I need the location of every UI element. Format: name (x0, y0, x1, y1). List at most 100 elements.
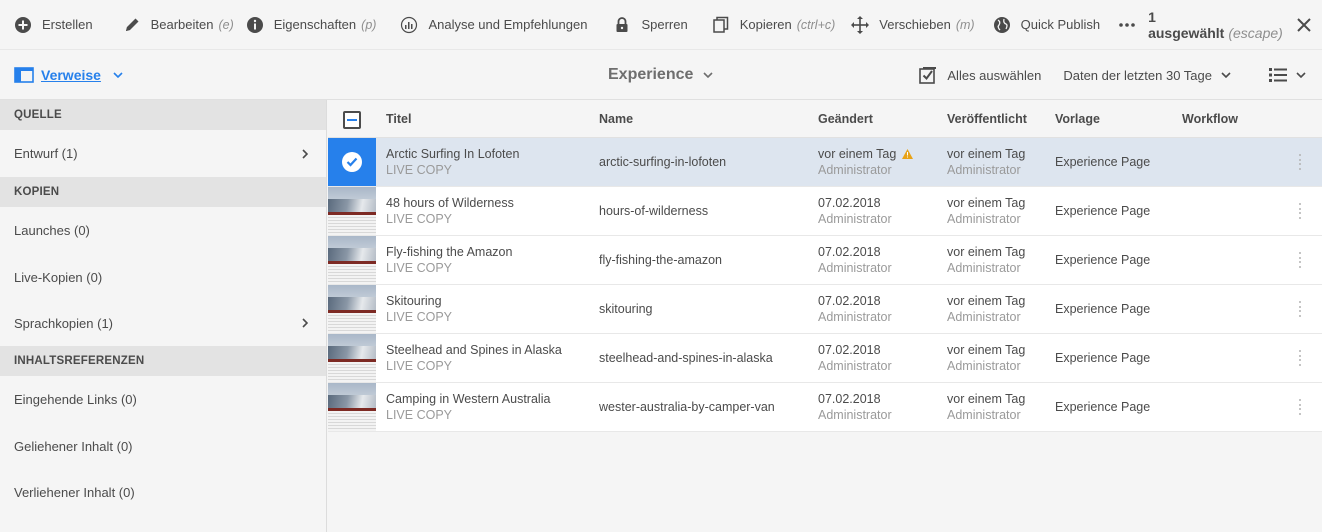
rail-heading-copies: KOPIEN (0, 177, 326, 207)
column-header-workflow[interactable]: Workflow (1182, 100, 1238, 138)
row-published: vor einem Tag (947, 196, 1026, 210)
more-actions-button[interactable] (1112, 0, 1148, 50)
header-bar: Verweise Experience Alles auswählen Date… (0, 50, 1322, 100)
globe-icon (993, 16, 1010, 33)
page-thumbnail[interactable] (328, 285, 376, 333)
indeterminate-mark (347, 119, 357, 121)
table-row[interactable]: Fly-fishing the Amazon LIVE COPY fly-fishi… (328, 236, 1322, 285)
row-modified: 07.02.2018 (818, 294, 881, 308)
row-more-icon[interactable] (1296, 398, 1304, 416)
row-title: Fly-fishing the Amazon (386, 245, 513, 259)
close-icon (1297, 17, 1311, 32)
cell-template: Experience Page (1055, 334, 1150, 382)
row-modified-by: Administrator (818, 408, 892, 422)
row-name: arctic-surfing-in-lofoten (599, 155, 727, 169)
row-more-icon[interactable] (1296, 153, 1304, 171)
properties-button[interactable]: Eigenschaften (p) (240, 0, 389, 50)
view-switcher[interactable] (1269, 67, 1306, 83)
selection-status: 1 ausgewählt (escape) (1148, 0, 1322, 50)
column-header-name[interactable]: Name (599, 100, 633, 138)
row-published: vor einem Tag (947, 392, 1026, 406)
column-header-modified[interactable]: Geändert (818, 100, 873, 138)
row-name: wester-australia-by-camper-van (599, 400, 775, 414)
cell-published: vor einem Tag Administrator (947, 334, 1025, 382)
references-label: Verweise (41, 66, 101, 83)
row-modified-by: Administrator (818, 212, 892, 226)
lock-button[interactable]: Sperren (599, 0, 699, 50)
cell-modified: 07.02.2018 Administrator (818, 334, 892, 382)
rail-item-lent-content[interactable]: Verliehener Inhalt (0) (0, 469, 326, 515)
row-name: skitouring (599, 302, 653, 316)
rail-item-launches[interactable]: Launches (0) (0, 207, 326, 254)
page-thumbnail[interactable] (328, 187, 376, 235)
chevron-down-icon (113, 71, 123, 78)
create-label: Erstellen (42, 17, 93, 32)
row-modified: vor einem Tag (818, 147, 897, 161)
table-row[interactable]: Arctic Surfing In Lofoten LIVE COPY arctic… (328, 138, 1322, 187)
rail-item-draft[interactable]: Entwurf (1) (0, 130, 326, 177)
row-selected-checkbox[interactable] (328, 138, 376, 186)
row-subtitle: LIVE COPY (386, 359, 452, 373)
copy-button[interactable]: Kopieren (ctrl+c) (700, 0, 848, 50)
row-modified: 07.02.2018 (818, 343, 881, 357)
properties-label: Eigenschaften (273, 17, 357, 32)
create-button[interactable]: Erstellen (0, 0, 105, 50)
row-more-icon[interactable] (1296, 300, 1304, 318)
row-more-icon[interactable] (1296, 251, 1304, 269)
row-modified: 07.02.2018 (818, 196, 881, 210)
rail-switcher[interactable]: Verweise (0, 50, 328, 100)
cell-published: vor einem Tag Administrator (947, 285, 1025, 333)
table-row[interactable]: Camping in Western Australia LIVE COPY wes… (328, 383, 1322, 432)
select-all-button[interactable]: Alles auswählen (919, 66, 1041, 84)
rail-item-language-copies[interactable]: Sprachkopien (1) (0, 300, 326, 346)
rail-item-borrowed-content[interactable]: Geliehener Inhalt (0) (0, 423, 326, 469)
edit-button[interactable]: Bearbeiten (e) (105, 0, 240, 50)
date-filter-dropdown[interactable]: Daten der letzten 30 Tage (1063, 68, 1231, 83)
row-modified-by: Administrator (818, 359, 892, 373)
column-header-title[interactable]: Titel (386, 100, 411, 138)
cell-template: Experience Page (1055, 285, 1150, 333)
page-thumbnail[interactable] (328, 334, 376, 382)
quick-publish-button[interactable]: Quick Publish (987, 0, 1112, 50)
checkmark-icon (342, 152, 362, 172)
page-title[interactable]: Experience (608, 50, 713, 100)
column-header-published[interactable]: Veröffentlicht (947, 100, 1027, 138)
selection-count-text: 1 ausgewählt (1148, 8, 1225, 41)
list-view-icon (1269, 68, 1287, 82)
cell-name: skitouring (599, 285, 653, 333)
page-thumbnail[interactable] (328, 383, 376, 431)
close-selection-button[interactable] (1285, 0, 1322, 50)
rail-item-label: Eingehende Links (0) (14, 392, 137, 407)
table-row[interactable]: Steelhead and Spines in Alaska LIVE COPY s… (328, 334, 1322, 383)
column-header-template[interactable]: Vorlage (1055, 100, 1100, 138)
cell-name: steelhead-and-spines-in-alaska (599, 334, 773, 382)
cell-modified: vor einem Tag Administrator (818, 138, 914, 186)
page-thumbnail[interactable] (328, 236, 376, 284)
cell-modified: 07.02.2018 Administrator (818, 236, 892, 284)
analysis-button[interactable]: Analyse und Empfehlungen (388, 0, 599, 50)
rail-item-incoming-links[interactable]: Eingehende Links (0) (0, 376, 326, 423)
cell-modified: 07.02.2018 Administrator (818, 383, 892, 431)
select-all-checkbox[interactable] (343, 111, 361, 129)
warning-icon (902, 149, 914, 159)
cell-published: vor einem Tag Administrator (947, 187, 1025, 235)
rail-heading-source: QUELLE (0, 100, 326, 130)
chevron-right-icon (302, 318, 308, 328)
row-more-icon[interactable] (1296, 202, 1304, 220)
cell-published: vor einem Tag Administrator (947, 236, 1025, 284)
move-button[interactable]: Verschieben (m) (847, 0, 986, 50)
row-more-icon[interactable] (1296, 349, 1304, 367)
row-template: Experience Page (1055, 302, 1151, 316)
table-row[interactable]: Skitouring LIVE COPY skitouring 07.02.2018 A… (328, 285, 1322, 334)
cell-name: arctic-surfing-in-lofoten (599, 138, 726, 186)
list-view-table: Titel Name Geändert Veröffentlicht Vorla… (328, 100, 1322, 532)
row-subtitle: LIVE COPY (386, 408, 452, 422)
row-modified: 07.02.2018 (818, 392, 881, 406)
table-row[interactable]: 48 hours of Wilderness LIVE COPY hours-of-… (328, 187, 1322, 236)
cell-template: Experience Page (1055, 138, 1150, 186)
move-label: Verschieben (879, 17, 951, 32)
chevron-down-icon (1221, 72, 1231, 78)
analytics-icon (401, 16, 418, 33)
row-published-by: Administrator (947, 359, 1021, 373)
rail-item-live-copies[interactable]: Live-Kopien (0) (0, 254, 326, 300)
